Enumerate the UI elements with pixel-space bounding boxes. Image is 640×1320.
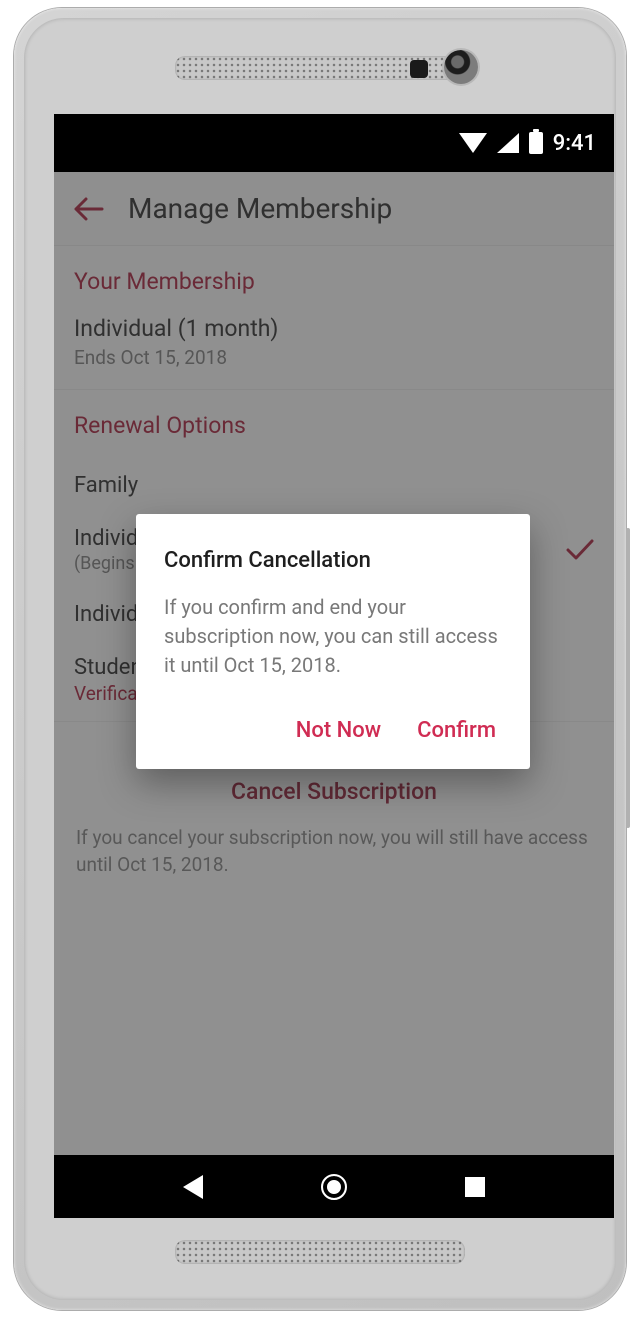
- nav-home-icon[interactable]: [321, 1174, 347, 1200]
- nav-recents-icon[interactable]: [465, 1177, 485, 1197]
- confirm-cancel-dialog: Confirm Cancellation If you confirm and …: [136, 514, 530, 769]
- speaker-bottom: [175, 1240, 465, 1264]
- android-nav-bar: [54, 1155, 614, 1218]
- dialog-title: Confirm Cancellation: [164, 548, 502, 573]
- confirm-button[interactable]: Confirm: [417, 718, 496, 743]
- not-now-button[interactable]: Not Now: [296, 718, 381, 743]
- wifi-icon: [459, 133, 487, 153]
- cell-signal-icon: [497, 133, 519, 153]
- clock: 9:41: [553, 131, 596, 156]
- proximity-sensor: [410, 60, 428, 78]
- screen-bezel: 9:41 Manage Membership Your Membership I…: [54, 114, 614, 1218]
- status-bar: 9:41: [54, 114, 614, 172]
- battery-icon: [529, 132, 543, 154]
- nav-back-icon[interactable]: [183, 1175, 203, 1199]
- device-frame: 9:41 Manage Membership Your Membership I…: [14, 8, 626, 1310]
- dialog-body: If you confirm and end your subscription…: [164, 593, 502, 680]
- app-screen: Manage Membership Your Membership Indivi…: [54, 172, 614, 1155]
- dialog-actions: Not Now Confirm: [164, 714, 502, 753]
- front-camera: [444, 50, 478, 84]
